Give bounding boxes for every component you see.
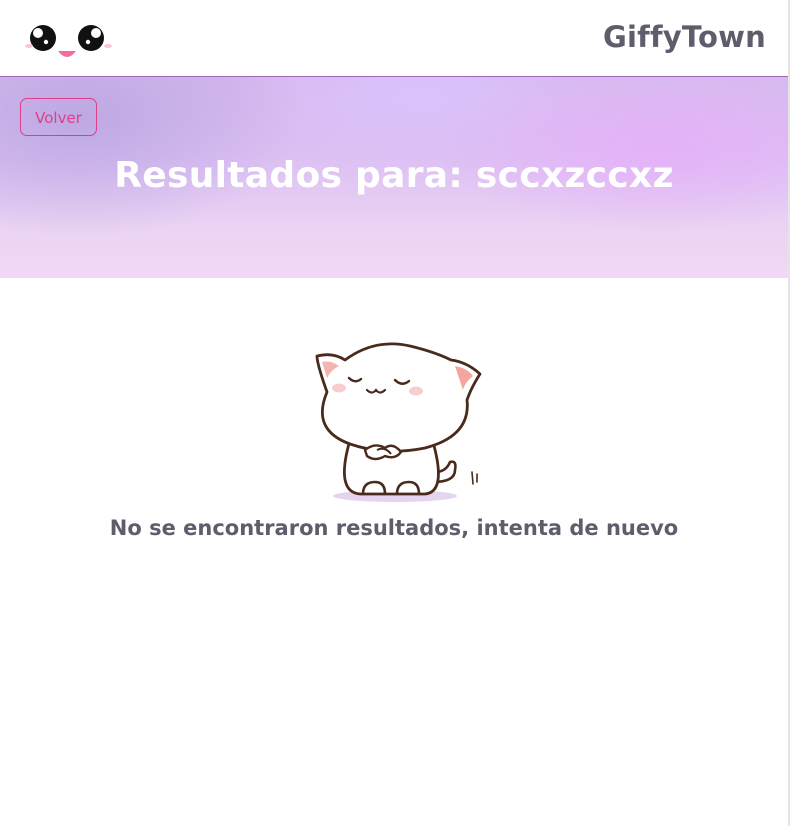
search-results-hero: Volver Resultados para: sccxzccxz — [0, 77, 788, 278]
back-button[interactable]: Volver — [20, 98, 97, 136]
kawaii-face-icon[interactable] — [24, 18, 114, 62]
top-navbar: GiffyTown — [0, 0, 788, 77]
brand-title[interactable]: GiffyTown — [603, 20, 766, 54]
results-title: Resultados para: sccxzccxz — [114, 155, 674, 196]
sleepy-cat-icon — [315, 342, 482, 502]
empty-results-message: No se encontraron resultados, intenta de… — [109, 516, 679, 540]
page: GiffyTown Volver Resultados para: sccxzc… — [0, 0, 790, 826]
